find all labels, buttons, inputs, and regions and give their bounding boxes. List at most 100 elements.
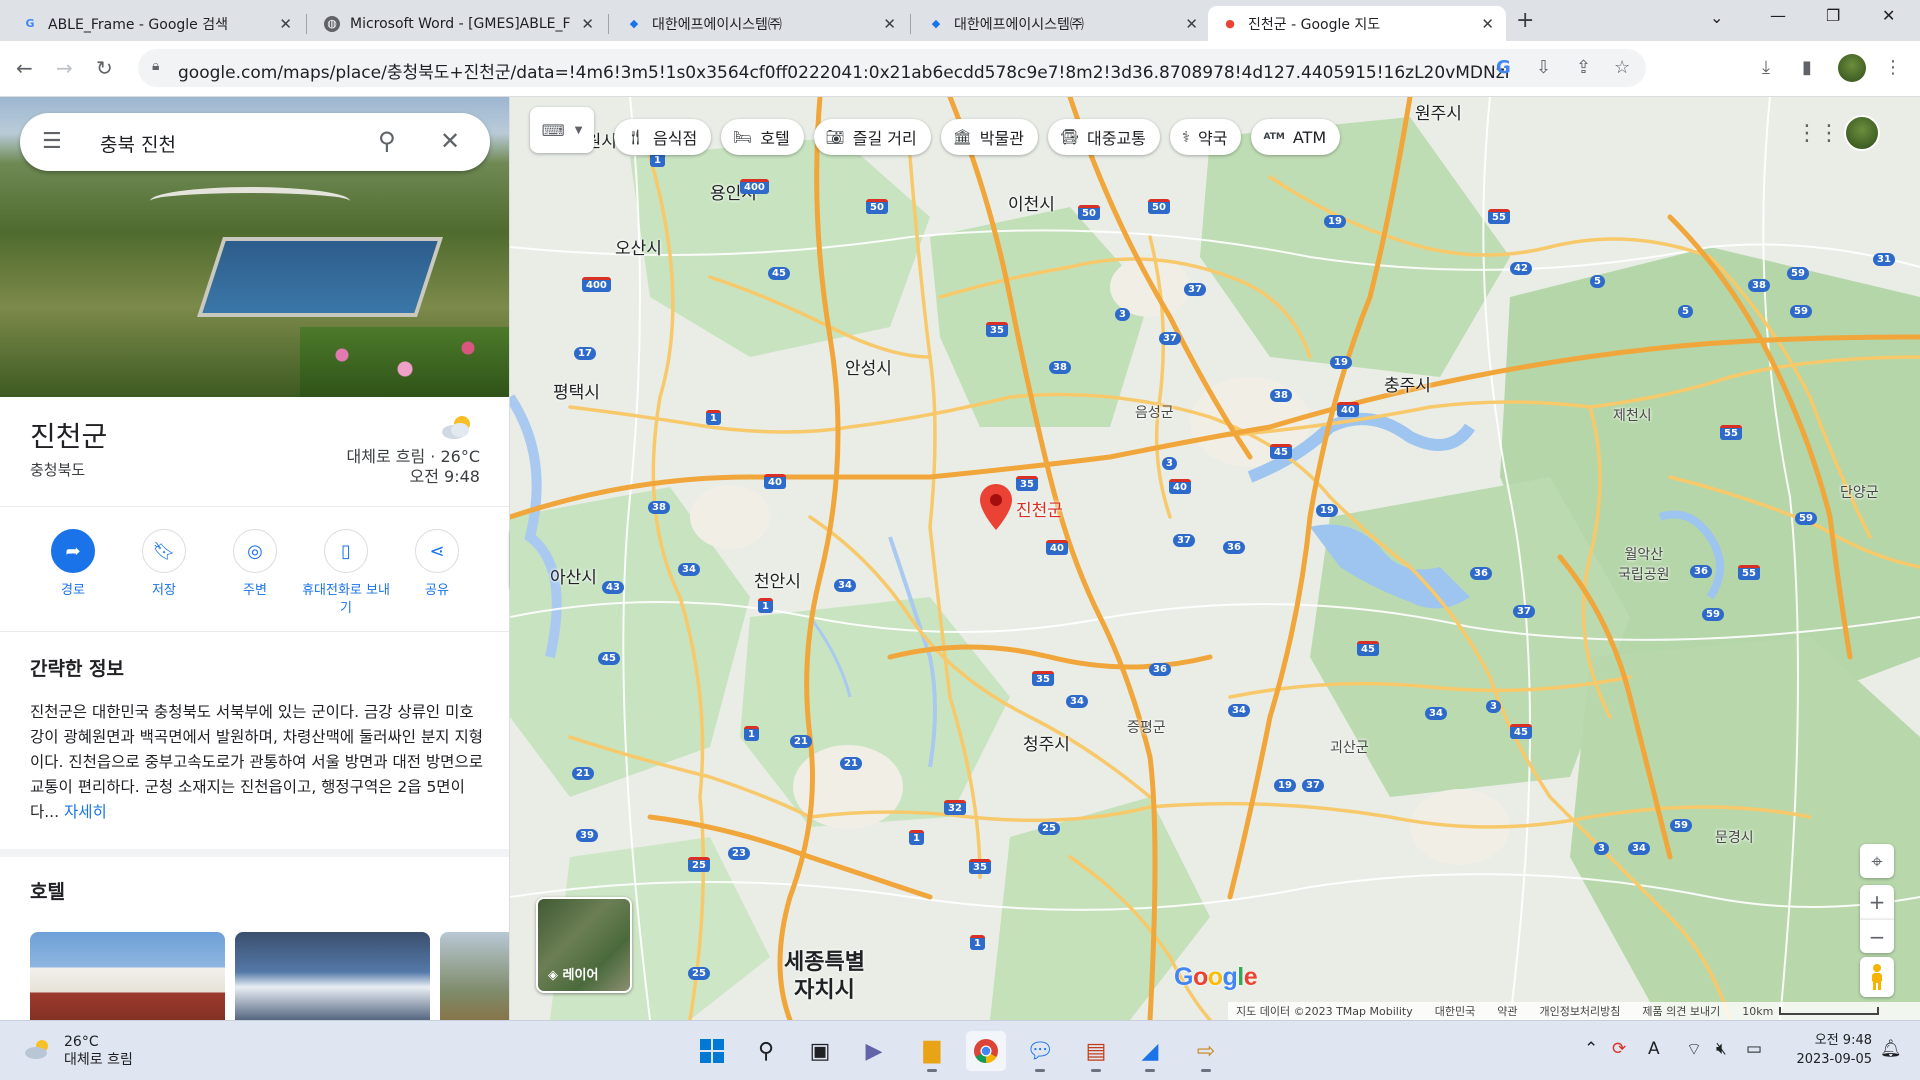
new-tab-button[interactable]: + bbox=[1516, 8, 1534, 33]
search-box[interactable]: ☰ 충북 진천 ⚲ ✕ bbox=[20, 113, 490, 171]
back-button[interactable]: ← bbox=[16, 56, 33, 80]
profile-avatar[interactable] bbox=[1838, 54, 1866, 82]
directions-button[interactable]: ➦ 경로 bbox=[25, 529, 121, 600]
map-canvas[interactable]: 수원시 용인시 이천시 원주시 오산시 안성시 평택시 충주시 제천시 단양군 … bbox=[510, 97, 1920, 1020]
chrome-taskbar-button[interactable] bbox=[966, 1031, 1006, 1071]
forward-button[interactable]: → bbox=[56, 56, 73, 80]
street-view-pegman[interactable] bbox=[1860, 957, 1894, 997]
google-lens-icon[interactable]: G bbox=[1496, 57, 1511, 78]
volume-muted-icon[interactable]: 🔇︎ bbox=[1716, 1039, 1727, 1059]
map-label-cheongju[interactable]: 청주시 bbox=[1023, 730, 1070, 755]
tab-daehan-2[interactable]: ◆ 대한에프에이시스템㈜ ✕ bbox=[914, 6, 1210, 41]
map-label-cheonan[interactable]: 천안시 bbox=[754, 567, 801, 592]
hotel-card[interactable] bbox=[440, 932, 509, 1020]
install-app-icon[interactable]: ⇩ bbox=[1536, 57, 1551, 78]
menu-kebab-icon[interactable]: ⋮ bbox=[1884, 57, 1902, 78]
tab-daehan-1[interactable]: ◆ 대한에프에이시스템㈜ ✕ bbox=[612, 6, 908, 41]
share-page-icon[interactable]: ⇪ bbox=[1576, 57, 1591, 78]
account-avatar[interactable] bbox=[1844, 115, 1880, 151]
input-tools-button[interactable]: ⌨ ▼ bbox=[530, 107, 594, 153]
save-button[interactable]: 🔖︎ 저장 bbox=[116, 529, 212, 600]
map-label-sejong[interactable]: 세종특별 자치시 bbox=[784, 949, 865, 1005]
bookmark-star-icon[interactable]: ☆ bbox=[1614, 57, 1630, 78]
scale-bar[interactable] bbox=[1779, 1007, 1880, 1015]
file-explorer-button[interactable]: ▇ bbox=[912, 1031, 952, 1072]
downloads-icon[interactable]: ⤓ bbox=[1762, 57, 1770, 78]
send-to-phone-button[interactable]: ▯ 휴대전화로 보내기 bbox=[298, 529, 394, 618]
powerpoint-button[interactable]: ▤ bbox=[1076, 1031, 1116, 1072]
chip-hotels[interactable]: 🛏︎ 호텔 bbox=[721, 119, 804, 155]
more-link[interactable]: 자세히 bbox=[64, 803, 107, 821]
map-label-asan[interactable]: 아산시 bbox=[550, 563, 597, 588]
photos-button[interactable]: ◢ bbox=[1130, 1031, 1170, 1072]
map-label-danyang[interactable]: 단양군 bbox=[1840, 482, 1879, 502]
start-button[interactable] bbox=[692, 1031, 732, 1071]
hotel-card[interactable] bbox=[30, 932, 225, 1020]
chip-pharmacies[interactable]: ⚕ 약국 bbox=[1169, 119, 1242, 155]
search-input[interactable]: 충북 진천 bbox=[100, 130, 176, 157]
place-pin-marker[interactable] bbox=[980, 484, 1012, 530]
map-label-goesan[interactable]: 괴산군 bbox=[1330, 737, 1369, 757]
map-label-woraksan[interactable]: 월악산 국립공원 bbox=[1618, 545, 1670, 585]
taskbar-search-button[interactable]: ⚲ bbox=[746, 1031, 786, 1071]
notification-bell-icon[interactable]: 🔔︎ bbox=[1880, 1039, 1902, 1059]
close-icon[interactable]: ✕ bbox=[883, 15, 896, 33]
zoom-out-button[interactable]: − bbox=[1860, 919, 1894, 953]
map-label-jecheon[interactable]: 제천시 bbox=[1613, 405, 1652, 425]
address-bar[interactable]: 🔒︎ google.com/maps/place/충청북도+진천군/data=!… bbox=[138, 49, 1646, 87]
terms-link[interactable]: 약관 bbox=[1497, 1003, 1517, 1019]
close-window-button[interactable]: ✕ bbox=[1882, 6, 1895, 25]
map-label-jeungpyeong[interactable]: 증평군 bbox=[1127, 717, 1166, 737]
close-icon[interactable]: ✕ bbox=[279, 15, 292, 33]
map-label-pyeongtaek[interactable]: 평택시 bbox=[553, 378, 600, 403]
close-icon[interactable]: ✕ bbox=[581, 15, 594, 33]
battery-icon[interactable]: ▭ bbox=[1746, 1039, 1762, 1059]
map-label-anseong[interactable]: 안성시 bbox=[845, 354, 892, 379]
messenger-button[interactable]: 💬︎ bbox=[1020, 1031, 1060, 1072]
my-location-button[interactable]: ⌖ bbox=[1860, 844, 1894, 878]
hotel-card[interactable] bbox=[235, 932, 430, 1020]
tab-search-icon[interactable]: ⌄ bbox=[1710, 8, 1723, 27]
country-link[interactable]: 대한민국 bbox=[1435, 1003, 1475, 1019]
wifi-icon[interactable]: ⌔ bbox=[1686, 1039, 1702, 1060]
lock-icon[interactable]: 🔒︎ bbox=[152, 58, 159, 74]
task-view-button[interactable]: ▣ bbox=[800, 1031, 840, 1071]
chip-restaurants[interactable]: 🍴︎ 음식점 bbox=[614, 119, 712, 155]
reload-button[interactable]: ↻ bbox=[96, 56, 113, 80]
app-button[interactable]: ⇨ bbox=[1186, 1031, 1226, 1072]
search-icon[interactable]: ⚲ bbox=[378, 127, 396, 155]
tab-google-maps[interactable]: ● 진천군 - Google 지도 ✕ bbox=[1208, 6, 1506, 41]
privacy-link[interactable]: 개인정보처리방침 bbox=[1539, 1003, 1620, 1019]
system-clock[interactable]: 오전 9:48 2023-09-05 bbox=[1782, 1031, 1872, 1069]
maximize-button[interactable]: ❐ bbox=[1826, 6, 1840, 25]
share-button[interactable]: ⋖ 공유 bbox=[389, 529, 485, 600]
hamburger-menu-icon[interactable]: ☰ bbox=[42, 129, 62, 154]
map-data-credit[interactable]: 지도 데이터 ©2023 TMap Mobility bbox=[1236, 1003, 1413, 1019]
map-label-eumseong[interactable]: 음성군 bbox=[1135, 402, 1174, 422]
feedback-link[interactable]: 제품 의견 보내기 bbox=[1642, 1003, 1720, 1019]
url-text[interactable]: google.com/maps/place/충청북도+진천군/data=!4m6… bbox=[178, 58, 1508, 83]
map-label-chungju[interactable]: 충주시 bbox=[1384, 371, 1431, 396]
tray-overflow-icon[interactable]: ⌃ bbox=[1584, 1039, 1598, 1059]
chip-things-to-do[interactable]: 📷︎ 즐길 거리 bbox=[813, 119, 931, 155]
minimize-button[interactable]: — bbox=[1770, 6, 1786, 25]
close-icon[interactable]: ✕ bbox=[1481, 15, 1494, 33]
chip-museums[interactable]: 🏛︎ 박물관 bbox=[940, 119, 1038, 155]
close-icon[interactable]: ✕ bbox=[1185, 15, 1198, 33]
scale-label[interactable]: 10km bbox=[1742, 1005, 1773, 1018]
sync-icon[interactable]: ⟳ bbox=[1612, 1039, 1626, 1059]
tab-google-search[interactable]: G ABLE_Frame - Google 검색 ✕ bbox=[8, 6, 304, 41]
nearby-button[interactable]: ◎ 주변 bbox=[207, 529, 303, 600]
zoom-in-button[interactable]: + bbox=[1860, 885, 1894, 919]
clear-search-icon[interactable]: ✕ bbox=[440, 127, 460, 155]
map-label-osan[interactable]: 오산시 bbox=[615, 234, 662, 259]
map-label-wonju[interactable]: 원주시 bbox=[1415, 99, 1462, 124]
ime-icon[interactable]: A bbox=[1648, 1039, 1660, 1059]
chip-transit[interactable]: 🚍︎ 대중교통 bbox=[1047, 119, 1160, 155]
side-panel-icon[interactable]: ▮ bbox=[1802, 57, 1812, 78]
layers-button[interactable]: ◈ 레이어 bbox=[536, 897, 632, 993]
map-label-icheon[interactable]: 이천시 bbox=[1008, 190, 1055, 215]
chip-atm[interactable]: ATM ATM bbox=[1251, 119, 1341, 155]
teams-chat-button[interactable]: ▶ bbox=[854, 1031, 894, 1071]
pin-label[interactable]: 진천군 bbox=[1016, 496, 1063, 521]
